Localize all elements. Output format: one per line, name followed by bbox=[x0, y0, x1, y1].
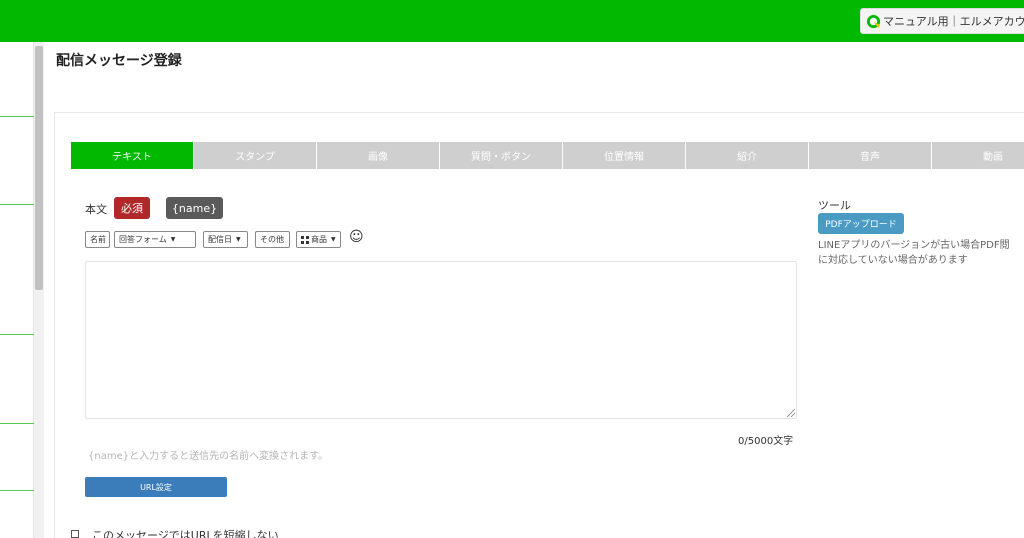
tab-text[interactable]: テキスト bbox=[71, 142, 193, 169]
tools-title: ツール bbox=[818, 199, 851, 212]
caret-down-icon: ▼ bbox=[236, 236, 241, 243]
message-body-textarea[interactable] bbox=[85, 261, 797, 419]
insert-name-button[interactable]: {name} bbox=[166, 197, 223, 219]
caret-down-icon: ▼ bbox=[170, 236, 176, 243]
account-logo-icon bbox=[866, 14, 881, 29]
sidebar-divider bbox=[0, 116, 34, 117]
character-count: 0/5000文字 bbox=[738, 436, 794, 447]
sidebar-divider bbox=[0, 490, 34, 491]
url-settings-button[interactable]: URL設定 bbox=[85, 477, 227, 497]
tab-audio[interactable]: 音声 bbox=[809, 142, 931, 169]
sidebar-divider bbox=[0, 204, 34, 205]
sidebar-divider bbox=[0, 334, 34, 335]
tab-image[interactable]: 画像 bbox=[317, 142, 439, 169]
required-badge: 必須 bbox=[114, 197, 150, 219]
tab-introduction[interactable]: 紹介 bbox=[686, 142, 808, 169]
caret-down-icon: ▼ bbox=[331, 236, 336, 243]
answer-form-dropdown[interactable]: 回答フォーム ▼ bbox=[114, 231, 196, 248]
pdf-compatibility-note: LINEアプリのバージョンが古い場合PDF閲 に対応していない場合があります bbox=[818, 238, 1024, 268]
tab-location[interactable]: 位置情報 bbox=[563, 142, 685, 169]
pdf-upload-button[interactable]: PDFアップロード bbox=[818, 213, 904, 234]
scrollbar-thumb[interactable] bbox=[35, 46, 43, 290]
body-label: 本文 bbox=[85, 203, 107, 216]
pdf-note-line-2: に対応していない場合があります bbox=[818, 255, 968, 266]
other-label: その他 bbox=[260, 235, 284, 244]
sidebar bbox=[0, 42, 34, 538]
name-placeholder-hint: {name}と入力すると送信先の名前へ変換されます。 bbox=[88, 451, 329, 462]
other-button[interactable]: その他 bbox=[255, 231, 290, 248]
insert-name-tag-label: 名前 bbox=[90, 235, 106, 244]
tab-question-button[interactable]: 質問・ボタン bbox=[440, 142, 562, 169]
message-type-tabs: テキスト スタンプ 画像 質問・ボタン 位置情報 紹介 音声 動画 bbox=[71, 142, 1024, 169]
account-label: マニュアル用｜エルメアカウント bbox=[883, 15, 1024, 28]
no-url-shorten-label[interactable]: このメッセージではURLを短縮しない bbox=[92, 527, 279, 538]
sidebar-divider bbox=[0, 423, 34, 424]
tab-video[interactable]: 動画 bbox=[932, 142, 1024, 169]
pdf-note-line-1: LINEアプリのバージョンが古い場合PDF閲 bbox=[818, 240, 1010, 251]
emoji-icon[interactable]: ☺ bbox=[349, 229, 364, 245]
insert-name-tag-button[interactable]: 名前 bbox=[85, 231, 110, 248]
no-url-shorten-checkbox[interactable] bbox=[71, 530, 79, 538]
account-switcher-button[interactable]: マニュアル用｜エルメアカウント bbox=[860, 8, 1024, 34]
answer-form-label: 回答フォーム bbox=[119, 235, 167, 244]
page-title: 配信メッセージ登録 bbox=[56, 53, 182, 69]
top-bar: マニュアル用｜エルメアカウント bbox=[0, 0, 1024, 42]
product-label: 商品 bbox=[311, 235, 327, 244]
grid-icon bbox=[301, 235, 309, 244]
tab-stamp[interactable]: スタンプ bbox=[194, 142, 316, 169]
resize-handle-icon[interactable] bbox=[787, 409, 795, 417]
delivery-date-label: 配信日 bbox=[208, 235, 232, 244]
delivery-date-dropdown[interactable]: 配信日 ▼ bbox=[203, 231, 248, 248]
product-dropdown[interactable]: 商品 ▼ bbox=[296, 231, 341, 248]
